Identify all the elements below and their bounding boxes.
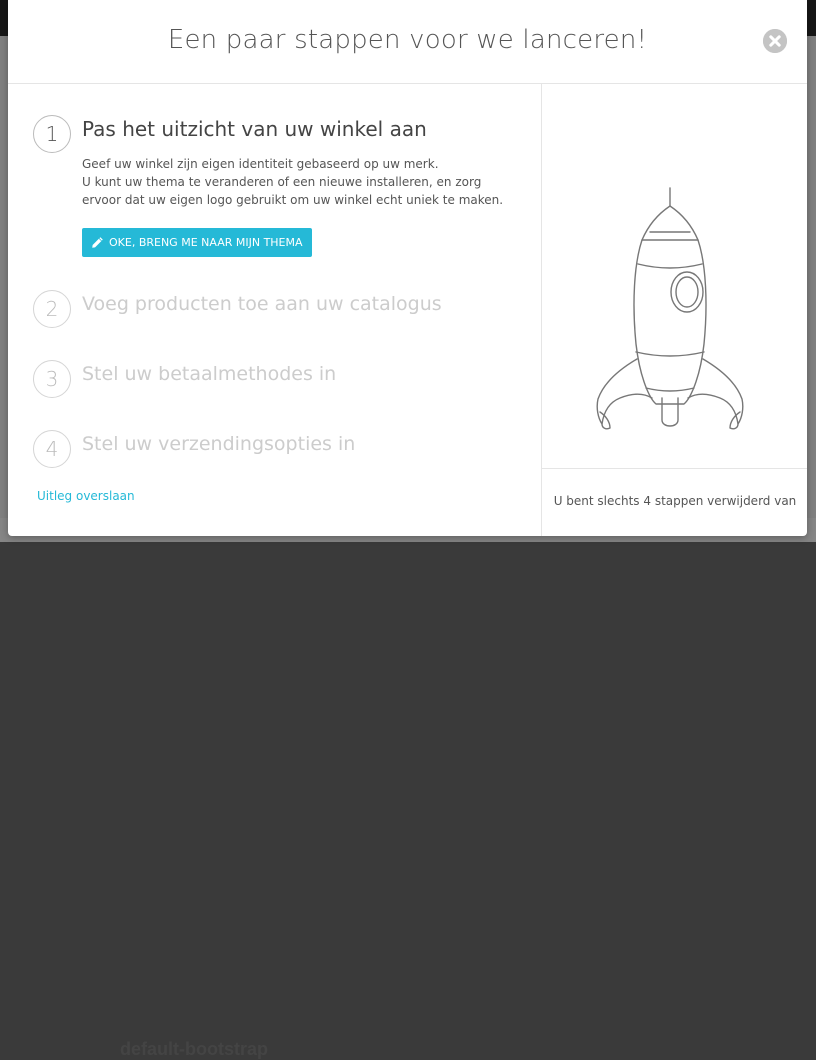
modal-title: Een paar stappen voor we lanceren!	[167, 25, 648, 55]
step-title: Stel uw betaalmethodes in	[82, 363, 337, 385]
panel-divider	[542, 468, 807, 469]
go-to-theme-label: OKE, BRENG ME NAAR MIJN THEMA	[109, 236, 303, 249]
onboarding-modal: Een paar stappen voor we lanceren! 1 Pas…	[8, 0, 807, 536]
pencil-icon	[92, 237, 103, 248]
step-number: 1	[33, 115, 71, 153]
rocket-illustration	[596, 187, 744, 430]
modal-header: Een paar stappen voor we lanceren!	[8, 0, 807, 84]
illustration-panel: U bent slechts 4 stappen verwijderd van	[541, 84, 807, 536]
step-number: 4	[33, 430, 71, 468]
close-icon[interactable]	[763, 29, 787, 53]
step-title: Voeg producten toe aan uw catalogus	[82, 293, 442, 315]
step-description-line: Geef uw winkel zijn eigen identiteit geb…	[82, 157, 439, 171]
go-to-theme-button[interactable]: OKE, BRENG ME NAAR MIJN THEMA	[82, 228, 312, 257]
step-number: 2	[33, 290, 71, 328]
skip-tutorial-link[interactable]: Uitleg overslaan	[37, 489, 135, 503]
step-description-line: U kunt uw thema te veranderen of een nie…	[82, 175, 504, 207]
steps-panel: 1 Pas het uitzicht van uw winkel aan Gee…	[8, 84, 541, 536]
step-number: 3	[33, 360, 71, 398]
background-theme-name: default-bootstrap	[120, 1039, 268, 1059]
step-title: Pas het uitzicht van uw winkel aan	[82, 117, 427, 141]
step-description: Geef uw winkel zijn eigen identiteit geb…	[82, 155, 522, 209]
step-title: Stel uw verzendingsopties in	[82, 433, 356, 455]
steps-remaining-text: U bent slechts 4 stappen verwijderd van	[553, 494, 797, 508]
